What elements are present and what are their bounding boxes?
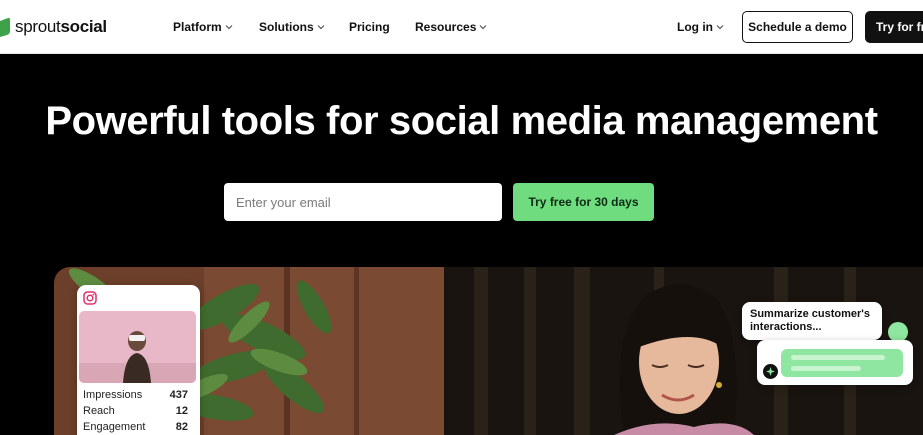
- ai-response-card: [757, 340, 913, 385]
- nav-item-label: Resources: [415, 20, 477, 34]
- nav-item-resources[interactable]: Resources: [415, 0, 487, 54]
- stat-value: 437: [169, 389, 188, 401]
- nav-item-label: Platform: [173, 20, 222, 34]
- nav-item-label: Pricing: [349, 20, 390, 34]
- try-free-30-days-button[interactable]: Try free for 30 days: [513, 183, 654, 221]
- stat-row-reach: Reach 12: [83, 405, 188, 421]
- nav-item-pricing[interactable]: Pricing: [349, 0, 390, 54]
- login-label: Log in: [677, 20, 713, 34]
- instagram-icon: [83, 291, 97, 305]
- stat-value: 12: [175, 405, 188, 417]
- nav-item-solutions[interactable]: Solutions: [259, 0, 325, 54]
- stat-row-impressions: Impressions 437: [83, 389, 188, 405]
- nav-item-label: Solutions: [259, 20, 314, 34]
- ai-avatar-dot: [888, 322, 908, 342]
- try-for-free-button[interactable]: Try for free: [865, 11, 923, 43]
- stat-label: Impressions: [83, 389, 143, 401]
- stat-label: Engagement: [83, 421, 146, 433]
- stat-label: Reach: [83, 405, 115, 417]
- stat-value: 82: [175, 421, 188, 433]
- schedule-demo-button[interactable]: Schedule a demo: [742, 11, 853, 43]
- hero-headline: Powerful tools for social media manageme…: [45, 99, 878, 143]
- email-input[interactable]: [224, 183, 502, 221]
- stat-row-engagement: Engagement 82: [83, 421, 188, 435]
- ai-response-line: [791, 366, 861, 371]
- sprout-leaf-icon: [0, 17, 10, 37]
- ai-prompt-bubble: Summarize customer's interactions...: [742, 302, 882, 340]
- chevron-down-icon: [716, 25, 724, 30]
- instagram-stats-card: Impressions 437 Reach 12 Engagement 82: [77, 285, 200, 435]
- sprout-social-logo[interactable]: sproutsocial: [0, 15, 107, 39]
- top-navigation: sproutsocial Platform Solutions Pricing …: [0, 0, 923, 54]
- chevron-down-icon: [225, 25, 233, 30]
- instagram-post-thumbnail: [79, 311, 196, 383]
- sparkle-icon: [763, 364, 778, 379]
- logo-wordmark: sproutsocial: [15, 17, 107, 36]
- ai-response-bubble: [781, 349, 903, 377]
- nav-item-platform[interactable]: Platform: [173, 0, 233, 54]
- ai-response-line: [791, 355, 885, 360]
- login-menu[interactable]: Log in: [677, 0, 724, 54]
- chevron-down-icon: [479, 25, 487, 30]
- chevron-down-icon: [317, 25, 325, 30]
